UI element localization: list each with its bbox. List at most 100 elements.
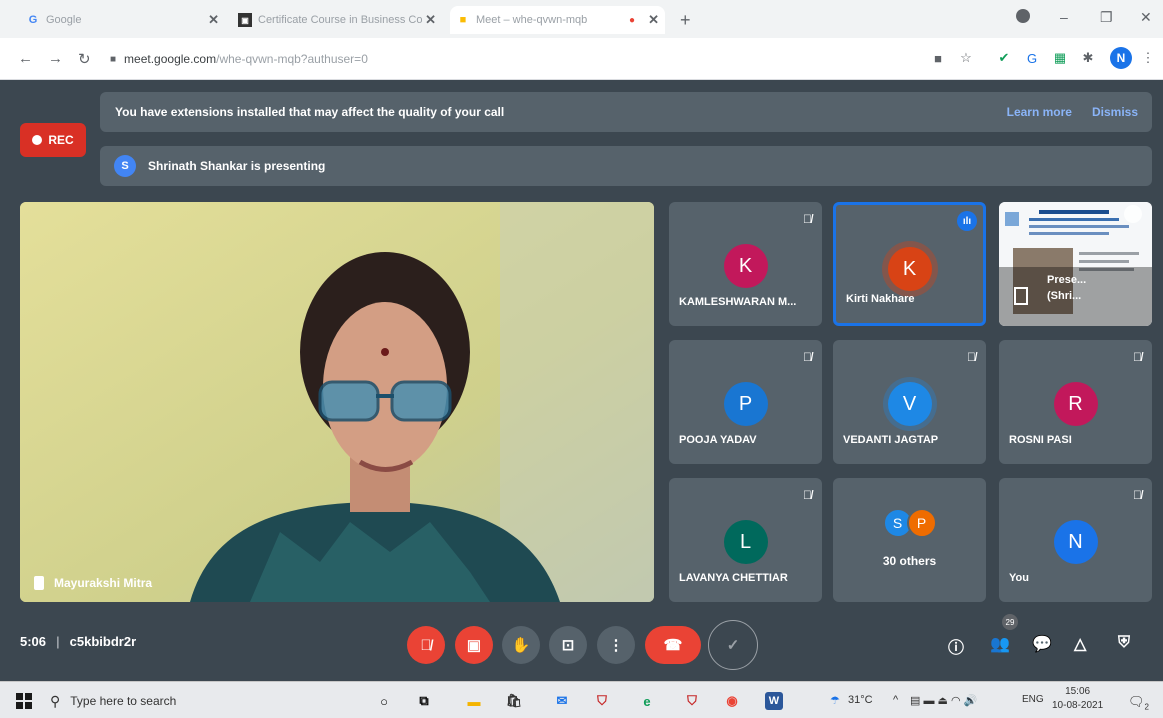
tab-meet[interactable]: ■ Meet – whe-qvwn-mqb ● ✕ [450, 6, 665, 34]
tab-title: Google [46, 14, 82, 26]
extension-g-icon[interactable]: G [1024, 50, 1040, 66]
people-icon[interactable]: 👥 [990, 634, 1010, 654]
back-icon[interactable]: ← [18, 50, 33, 67]
record-dot-icon [32, 135, 43, 145]
reload-icon[interactable]: ↻ [78, 50, 91, 68]
participant-name: VEDANTI JAGTAP [843, 434, 939, 446]
tab-title: Meet – whe-qvwn-mqb [476, 14, 588, 26]
restore-icon[interactable]: ❐ [1100, 9, 1113, 26]
camera-indicator-icon[interactable]: ■ [930, 50, 946, 66]
url-host: meet.google.com [124, 52, 217, 66]
main-speaker-video[interactable]: Mayurakshi Mitra [20, 202, 654, 602]
activities-icon[interactable]: △ [1074, 634, 1086, 654]
chrome-icon[interactable]: ◉ [723, 692, 741, 710]
media-control-icon[interactable] [1016, 9, 1030, 23]
participant-tile[interactable]: 🎙̸ L LAVANYA CHETTIAR [669, 478, 822, 602]
presentation-label: Prese... (Shri... [1047, 272, 1086, 304]
participant-name: KAMLESHWARAN M... [679, 296, 797, 308]
mail-icon[interactable]: ✉ [553, 692, 571, 710]
present-button[interactable]: ⊡ [549, 626, 587, 664]
participant-avatar: K [723, 244, 768, 288]
meeting-time: 5:06 [20, 634, 47, 649]
new-tab-icon[interactable]: + [680, 10, 691, 31]
browser-toolbar: ← → ↻ ■ meet.google.com/whe-qvwn-mqb?aut… [0, 38, 1163, 80]
participant-name: LAVANYA CHETTIAR [679, 572, 788, 584]
presenting-text: Shrinath Shankar is presenting [148, 159, 326, 173]
muted-mic-icon: 🎙̸ [803, 212, 812, 226]
dismiss-button[interactable]: Dismiss [1092, 105, 1138, 119]
self-tile[interactable]: 🎙̸ N You [999, 478, 1152, 602]
browser-tab-strip: G Google ✕ ▣ Certificate Course in Busin… [0, 0, 1163, 38]
others-tile[interactable]: S P 30 others [833, 478, 986, 602]
minimize-icon[interactable]: – [1060, 9, 1068, 25]
cortana-icon[interactable]: ○ [375, 692, 393, 710]
presentation-title: Prese... [1047, 274, 1087, 286]
meeting-info-icon[interactable]: ⓘ [948, 634, 964, 658]
pin-icon[interactable] [34, 576, 44, 590]
participant-tile[interactable]: 🎙̸ V VEDANTI JAGTAP [833, 340, 986, 464]
tray-chevron-icon[interactable]: ^ [893, 694, 898, 706]
presentation-tile[interactable]: Prese... (Shri... [999, 202, 1152, 326]
notification-icon[interactable]: 🗨2 [1128, 694, 1149, 712]
mcafee-security-icon[interactable]: ⛉ [683, 692, 701, 710]
recording-indicator[interactable]: REC [20, 123, 86, 157]
close-tab-icon[interactable]: ✕ [648, 12, 659, 28]
participant-name: POOJA YADAV [679, 434, 757, 446]
muted-mic-icon: 🎙̸ [1133, 488, 1142, 502]
check-extension-icon[interactable]: ✔ [996, 50, 1012, 66]
close-tab-icon[interactable]: ✕ [425, 12, 436, 28]
store-icon[interactable]: 🛍 [505, 692, 523, 710]
tab-certificate-course[interactable]: ▣ Certificate Course in Business Co ✕ [232, 6, 442, 34]
file-explorer-icon[interactable]: ▬ [465, 692, 483, 710]
weather-icon: ☂ [830, 695, 840, 707]
close-tab-icon[interactable]: ✕ [208, 12, 219, 28]
close-window-icon[interactable]: ✕ [1140, 9, 1152, 26]
muted-mic-icon: 🎙̸ [803, 488, 812, 502]
participant-tile[interactable]: 🎙̸ R ROSNI PASI [999, 340, 1152, 464]
edge-icon[interactable]: e [638, 692, 656, 710]
task-view-icon[interactable]: ⧉ [415, 692, 433, 710]
host-controls-icon[interactable]: ⛨ [1118, 634, 1130, 652]
leave-call-button[interactable]: ☎ [645, 626, 701, 664]
learn-more-link[interactable]: Learn more [1007, 105, 1072, 119]
hang-up-icon: ☎ [663, 637, 683, 654]
extensions-puzzle-icon[interactable]: ✱ [1080, 50, 1096, 66]
self-name: You [1009, 572, 1029, 584]
taskbar-clock[interactable]: 15:06 10-08-2021 [1052, 685, 1103, 713]
speaking-indicator-icon: ılı [957, 211, 977, 231]
chat-icon[interactable]: 💬 [1032, 634, 1052, 654]
participant-tile-speaking[interactable]: ılı K Kirti Nakhare [833, 202, 986, 326]
bookmark-star-icon[interactable]: ☆ [958, 50, 974, 66]
profile-avatar[interactable]: N [1110, 47, 1132, 69]
forward-icon[interactable]: → [48, 50, 63, 67]
windows-start-icon[interactable] [16, 693, 32, 709]
tab-google[interactable]: G Google ✕ [20, 6, 225, 34]
meet-favicon-icon: ■ [459, 14, 467, 26]
camera-off-button[interactable]: ▣ [455, 626, 493, 664]
divider: | [56, 634, 60, 649]
menu-kebab-icon[interactable]: ⋮ [1140, 50, 1156, 66]
participant-avatar: L [723, 520, 768, 564]
more-options-button[interactable]: ⋮ [597, 626, 635, 664]
language-indicator[interactable]: ENG [1022, 694, 1044, 705]
word-icon[interactable]: W [765, 692, 783, 710]
participant-count-badge: 29 [1002, 614, 1018, 630]
warning-text: You have extensions installed that may a… [115, 105, 505, 119]
meeting-details: 5:06 | c5kbibdr2r [20, 634, 136, 649]
mic-off-icon: 🎙̸ [420, 636, 432, 654]
check-icon: ✓ [726, 637, 740, 654]
sheets-extension-icon[interactable]: ▦ [1052, 50, 1068, 66]
participant-tile[interactable]: 🎙̸ P POOJA YADAV [669, 340, 822, 464]
mic-off-button[interactable]: 🎙̸ [407, 626, 445, 664]
extension-action-button[interactable]: ✓ [708, 620, 758, 670]
raise-hand-button[interactable]: ✋ [502, 626, 540, 664]
meeting-code: c5kbibdr2r [69, 634, 137, 649]
address-bar[interactable]: ■ meet.google.com/whe-qvwn-mqb?authuser=… [110, 45, 910, 73]
taskbar-search[interactable]: ⚲ Type here to search [50, 689, 340, 713]
weather-temp[interactable]: 31°C [848, 694, 873, 706]
tray-icons[interactable]: ▤ ▬ ⏏ ◠ 🔊 [910, 694, 977, 707]
participant-avatar: K [887, 247, 932, 291]
search-placeholder: Type here to search [70, 694, 177, 708]
mcafee-icon[interactable]: ⛉ [593, 692, 611, 710]
participant-tile[interactable]: 🎙̸ K KAMLESHWARAN M... [669, 202, 822, 326]
